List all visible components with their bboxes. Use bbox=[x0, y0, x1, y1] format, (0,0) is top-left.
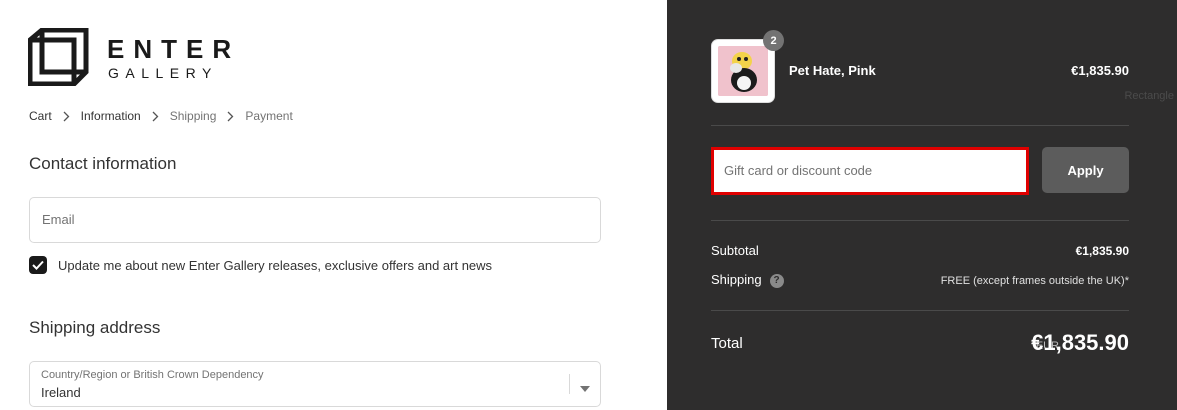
quantity-badge: 2 bbox=[763, 30, 784, 51]
country-select[interactable]: Country/Region or British Crown Dependen… bbox=[29, 361, 601, 407]
newsletter-label: Update me about new Enter Gallery releas… bbox=[58, 257, 493, 273]
breadcrumb: Cart Information Shipping Payment bbox=[29, 108, 293, 124]
select-separator bbox=[569, 374, 570, 394]
discount-placeholder: Gift card or discount code bbox=[724, 163, 873, 178]
subtotal-value: €1,835.90 bbox=[1075, 244, 1129, 258]
chevron-right-icon bbox=[152, 111, 159, 122]
product-name: Pet Hate, Pink bbox=[789, 63, 876, 78]
newsletter-option: Update me about new Enter Gallery releas… bbox=[29, 256, 492, 274]
shipping-row: Shipping? bbox=[711, 272, 784, 288]
divider bbox=[711, 310, 1129, 311]
newsletter-checkbox[interactable] bbox=[29, 256, 47, 274]
order-summary-panel: 2 Pet Hate, Pink €1,835.90 Rectangle Gif… bbox=[667, 0, 1177, 410]
breadcrumb-payment: Payment bbox=[245, 109, 293, 123]
logo-word-gallery: GALLERY bbox=[108, 65, 218, 81]
logo-mark-icon bbox=[28, 28, 89, 86]
contact-information-title: Contact information bbox=[29, 154, 177, 173]
total-label: Total bbox=[711, 335, 743, 352]
product-image bbox=[718, 46, 768, 96]
enter-gallery-logo[interactable]: ENTER GALLERY bbox=[28, 28, 244, 86]
divider bbox=[711, 125, 1129, 126]
annotation-label: Rectangle bbox=[1124, 90, 1174, 102]
product-price: €1,835.90 bbox=[1071, 63, 1129, 78]
logo-word-enter: ENTER bbox=[107, 34, 241, 64]
email-placeholder: Email bbox=[42, 212, 75, 227]
breadcrumb-information: Information bbox=[80, 109, 141, 123]
divider bbox=[711, 220, 1129, 221]
subtotal-label: Subtotal bbox=[711, 243, 759, 258]
country-select-label: Country/Region or British Crown Dependen… bbox=[41, 369, 264, 381]
total-value: €1,835.90 bbox=[1031, 330, 1129, 355]
apply-button[interactable]: Apply bbox=[1042, 147, 1129, 193]
question-circle-icon[interactable]: ? bbox=[769, 273, 784, 288]
discount-code-input[interactable]: Gift card or discount code bbox=[711, 147, 1029, 195]
shipping-address-title: Shipping address bbox=[29, 318, 161, 337]
shipping-label: Shipping bbox=[711, 272, 762, 287]
product-thumbnail bbox=[711, 39, 775, 103]
shipping-value: FREE (except frames outside the UK)* bbox=[940, 275, 1129, 287]
country-select-value: Ireland bbox=[41, 385, 81, 400]
checkout-form-panel: ENTER GALLERY Cart Information Shipping … bbox=[0, 0, 667, 410]
chevron-right-icon bbox=[63, 111, 70, 122]
chevron-down-icon bbox=[580, 379, 590, 397]
checkmark-icon bbox=[32, 260, 44, 270]
email-field[interactable]: Email bbox=[29, 197, 601, 243]
chevron-right-icon bbox=[227, 111, 234, 122]
breadcrumb-cart[interactable]: Cart bbox=[29, 108, 52, 124]
breadcrumb-shipping: Shipping bbox=[169, 109, 217, 123]
